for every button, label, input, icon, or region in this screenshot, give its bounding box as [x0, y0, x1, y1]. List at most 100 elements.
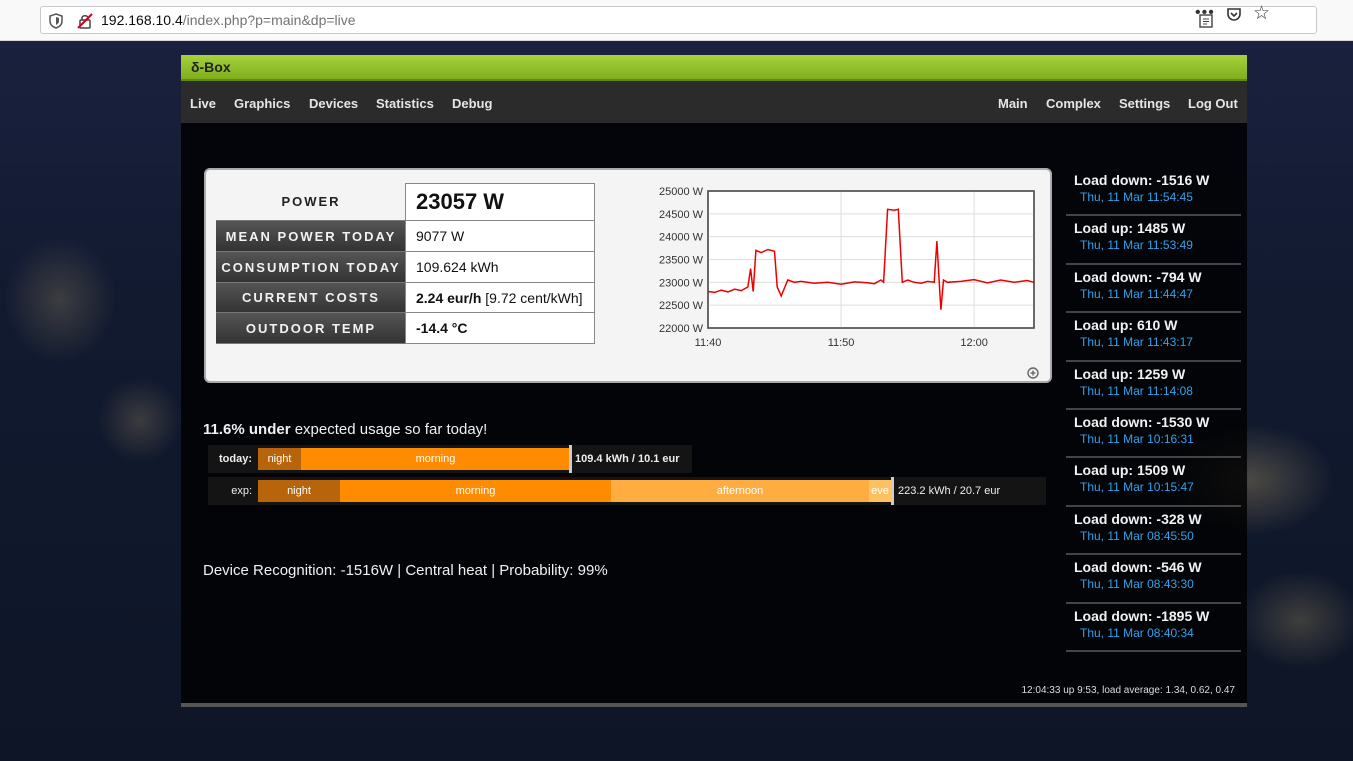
event-title: Load up: 1259 W: [1074, 365, 1186, 382]
event-time: Thu, 11 Mar 10:15:47: [1080, 480, 1194, 495]
stat-row-mean-power: MEAN POWER TODAY 9077 W: [216, 221, 596, 252]
nav-main[interactable]: Main: [989, 81, 1038, 123]
event-item[interactable]: Load up: 1259 W Thu, 11 Mar 11:14:08: [1066, 362, 1241, 410]
event-item[interactable]: Load up: 610 W Thu, 11 Mar 11:43:17: [1066, 313, 1241, 362]
nav-settings[interactable]: Settings: [1119, 81, 1170, 123]
bar-segment-night: night: [258, 480, 340, 502]
event-item[interactable]: Load up: 1509 W Thu, 11 Mar 10:15:47: [1066, 458, 1241, 507]
event-time: Thu, 11 Mar 08:40:34: [1080, 625, 1194, 640]
nav-statistics[interactable]: Statistics: [376, 81, 434, 123]
device-recognition: Device Recognition: -1516W | Central hea…: [203, 562, 608, 579]
stat-label: POWER: [216, 183, 406, 221]
stat-label: CONSUMPTION TODAY: [216, 252, 406, 283]
stat-row-outdoor-temp: OUTDOOR TEMP -14.4 °C: [216, 313, 596, 344]
stat-value-outdoor-temp: -14.4 °C: [405, 313, 595, 344]
insecure-lock-icon[interactable]: [77, 13, 93, 29]
y-tick-label: 24000 W: [659, 232, 704, 244]
url-host: 192.168.10.4: [101, 12, 183, 28]
footer-divider: [181, 703, 1247, 707]
event-item[interactable]: Load down: -1516 W Thu, 11 Mar 11:54:45: [1066, 168, 1241, 217]
event-title: Load down: -1895 W: [1074, 607, 1210, 624]
nav-complex[interactable]: Complex: [1046, 81, 1101, 123]
event-item[interactable]: Load down: -328 W Thu, 11 Mar 08:45:50: [1066, 507, 1241, 556]
page-actions-more-icon[interactable]: •••: [1195, 4, 1215, 22]
usage-headline-rest: expected usage so far today!: [290, 421, 488, 438]
live-stats-card: POWER 23057 W MEAN POWER TODAY 9077 W CO…: [204, 168, 1052, 383]
event-time: Thu, 11 Mar 11:14:08: [1080, 383, 1193, 398]
pocket-icon[interactable]: [1226, 6, 1242, 22]
event-item[interactable]: Load down: -546 W Thu, 11 Mar 08:43:30: [1066, 555, 1241, 604]
event-time: Thu, 11 Mar 11:44:47: [1080, 286, 1193, 301]
today-bar-total: 109.4 kWh / 10.1 eur: [575, 453, 680, 465]
bar-segment-night: night: [258, 448, 301, 470]
event-time: Thu, 11 Mar 11:54:45: [1080, 190, 1193, 204]
event-time: Thu, 11 Mar 10:16:31: [1080, 431, 1194, 446]
stat-value-mean-power: 9077 W: [405, 221, 595, 252]
nav-log-out[interactable]: Log Out: [1188, 81, 1238, 123]
bookmark-star-icon[interactable]: ☆: [1253, 2, 1270, 25]
stat-label: CURRENT COSTS: [216, 283, 406, 313]
event-time: Thu, 11 Mar 08:45:50: [1080, 528, 1194, 543]
today-bar-label: today:: [219, 453, 252, 465]
expand-icon[interactable]: [1027, 367, 1039, 379]
event-time: Thu, 11 Mar 11:43:17: [1080, 335, 1193, 350]
event-item[interactable]: Load down: -794 W Thu, 11 Mar 11:44:47: [1066, 265, 1241, 314]
event-title: Load down: -328 W: [1074, 510, 1202, 527]
bar-segment-morning: morning: [301, 448, 570, 470]
event-title: Load up: 1509 W: [1074, 462, 1186, 479]
stat-label: MEAN POWER TODAY: [216, 221, 406, 252]
y-tick-label: 23000 W: [659, 277, 704, 289]
event-item[interactable]: Load down: -1895 W Thu, 11 Mar 08:40:34: [1066, 604, 1241, 652]
event-time: Thu, 11 Mar 11:53:49: [1080, 238, 1193, 253]
main-panel: POWER 23057 W MEAN POWER TODAY 9077 W CO…: [181, 123, 1247, 705]
event-list: Load down: -1516 W Thu, 11 Mar 11:54:45 L…: [1066, 168, 1241, 652]
browser-toolbar: 192.168.10.4/index.php?p=main&dp=live ••…: [0, 0, 1353, 41]
tracking-shield-icon[interactable]: [49, 13, 63, 29]
event-item[interactable]: Load up: 1485 W Thu, 11 Mar 11:53:49: [1066, 216, 1241, 265]
event-item[interactable]: Load down: -1530 W Thu, 11 Mar 10:16:31: [1066, 410, 1241, 459]
expected-bar-label: exp:: [231, 485, 252, 497]
app-window: δ-Box Live Graphics Devices Statistics D…: [181, 55, 1247, 710]
bar-segment-afternoon: afternoon: [611, 480, 869, 502]
bar-segment-morning: morning: [340, 480, 611, 502]
usage-headline-bold: 11.6% under: [203, 421, 291, 438]
event-title: Load down: -794 W: [1074, 268, 1202, 285]
x-tick-label: 12:00: [960, 337, 988, 349]
event-title: Load up: 1485 W: [1074, 220, 1186, 237]
nav-devices[interactable]: Devices: [309, 81, 358, 123]
y-tick-label: 23500 W: [659, 255, 704, 267]
event-title: Load down: -546 W: [1074, 559, 1202, 576]
system-status: 12:04:33 up 9:53, load average: 1.34, 0.…: [1021, 685, 1235, 696]
x-tick-label: 11:40: [695, 337, 722, 349]
today-bar-cursor: [569, 445, 572, 473]
nav-live[interactable]: Live: [181, 81, 225, 123]
cost-per-hour: 2.24 eur/h: [416, 289, 482, 306]
stat-row-consumption: CONSUMPTION TODAY 109.624 kWh: [216, 252, 596, 283]
app-title: δ-Box: [191, 59, 231, 75]
nav-debug[interactable]: Debug: [452, 81, 492, 123]
url-path: /index.php?p=main&dp=live: [182, 12, 356, 28]
main-nav: Live Graphics Devices Statistics Debug M…: [181, 81, 1247, 123]
bar-segment-eve: eve: [869, 480, 891, 502]
stat-label: OUTDOOR TEMP: [216, 313, 406, 344]
power-chart: 25000 W 24500 W 24000 W 23500 W 23000 W 22500…: [659, 186, 1035, 349]
usage-headline: 11.6% under expected usage so far today!: [203, 421, 487, 438]
expected-bar-total: 223.2 kWh / 20.7 eur: [898, 485, 1001, 497]
event-title: Load down: -1530 W: [1074, 413, 1210, 430]
y-tick-label: 22500 W: [659, 300, 704, 312]
event-title: Load down: -1516 W: [1074, 172, 1210, 188]
y-tick-label: 25000 W: [659, 186, 704, 198]
cost-per-kwh: [9.72 cent/kWh]: [481, 289, 583, 306]
url-bar[interactable]: 192.168.10.4/index.php?p=main&dp=live: [40, 6, 1317, 34]
url-text[interactable]: 192.168.10.4/index.php?p=main&dp=live: [101, 12, 356, 28]
stat-value-costs: 2.24 eur/h [9.72 cent/kWh]: [405, 283, 595, 313]
event-time: Thu, 11 Mar 08:43:30: [1080, 577, 1194, 592]
event-title: Load up: 610 W: [1074, 317, 1178, 334]
x-tick-label: 11:50: [828, 337, 855, 349]
app-title-bar: δ-Box: [181, 55, 1247, 81]
nav-graphics[interactable]: Graphics: [234, 81, 290, 123]
y-tick-label: 24500 W: [659, 209, 704, 221]
stat-value-consumption: 109.624 kWh: [405, 252, 595, 283]
stat-row-costs: CURRENT COSTS 2.24 eur/h [9.72 cent/kWh]: [216, 283, 596, 313]
stat-value-power: 23057 W: [405, 183, 595, 221]
